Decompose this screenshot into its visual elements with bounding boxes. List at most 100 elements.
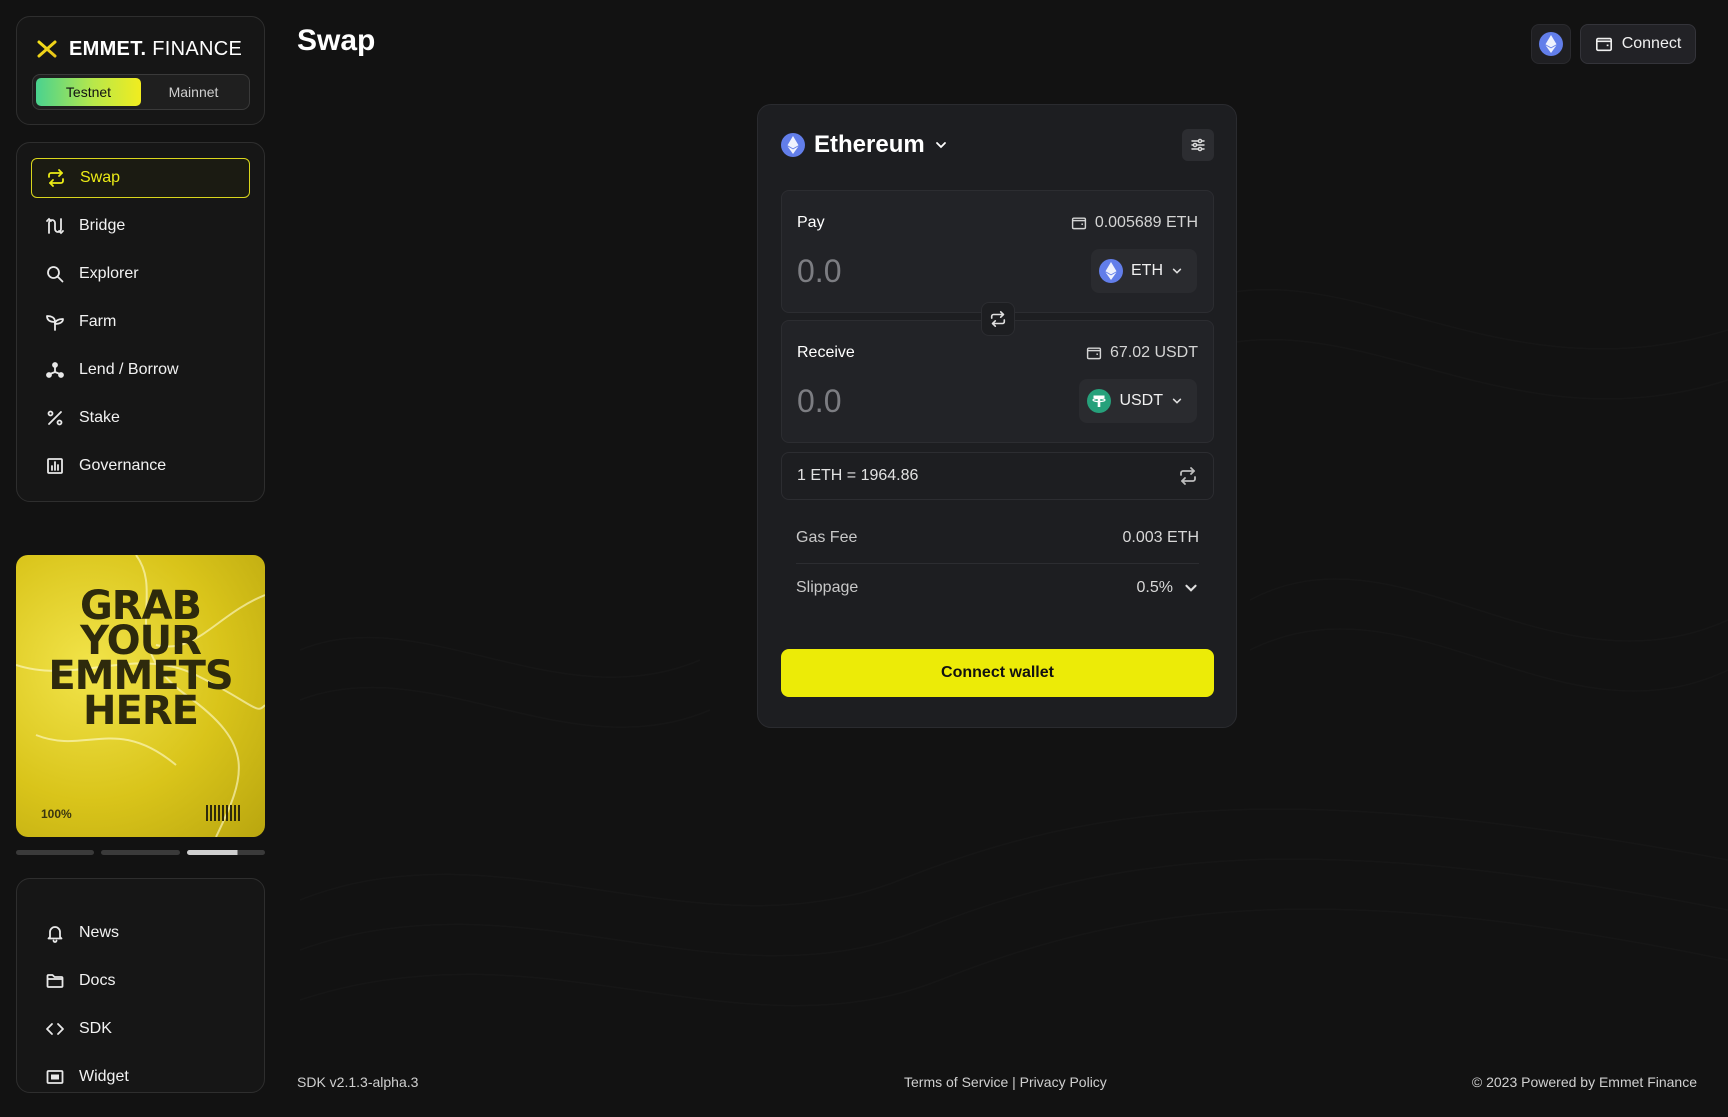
nav-label: Stake [79,409,120,426]
code-icon [46,1023,64,1035]
ethereum-icon [781,133,805,157]
exchange-rate-value: 1 ETH = 1964.86 [797,467,919,484]
receive-balance[interactable]: 67.02 USDT [1086,344,1198,362]
chevron-down-icon[interactable] [1183,580,1199,596]
nav-label: Bridge [79,217,126,234]
chevron-down-icon [1172,398,1182,404]
carousel-dot[interactable] [101,850,180,855]
chevron-down-icon [1172,268,1182,274]
gas-fee-value: 0.003 ETH [1122,529,1199,546]
nav-item-farm[interactable]: Farm [31,302,250,342]
carousel-dot-active[interactable] [186,850,265,855]
sprout-icon [46,315,64,331]
nav-item-widget[interactable]: Widget [31,1057,250,1097]
nav-item-lend-borrow[interactable]: Lend / Borrow [31,350,250,390]
sdk-version: SDK v2.1.3-alpha.3 [297,1074,419,1090]
pay-balance-value: 0.005689 ETH [1094,214,1198,231]
bridge-icon [46,217,64,235]
nav-item-explorer[interactable]: Explorer [31,254,250,294]
footer-links: Terms of Service | Privacy Policy [904,1074,1107,1090]
network-toggle: Testnet Mainnet [32,74,250,110]
secondary-nav: News Docs SDK Widget [16,878,265,1093]
widget-icon [46,1070,64,1084]
brand-dot: . [140,37,147,60]
wallet-icon [1086,347,1102,360]
nav-label: SDK [79,1020,112,1037]
brand-name-bold: EMMET [69,37,141,60]
nav-label: Lend / Borrow [79,361,179,378]
brand-panel: EMMET. FINANCE Testnet Mainnet [16,16,265,125]
receive-token-symbol: USDT [1119,392,1163,409]
chain-selector[interactable]: Ethereum [781,131,948,159]
nav-label: Explorer [79,265,139,282]
nav-label: Farm [79,313,117,330]
slippage-label: Slippage [796,579,859,596]
folder-icon [46,974,64,988]
wallet-icon [1071,217,1086,230]
logo[interactable]: EMMET. FINANCE [35,37,242,61]
search-icon [47,266,64,283]
nav-label: Governance [79,457,167,474]
swap-card: Ethereum Pay 0.005689 ETH 0.0 ETH Receiv… [757,104,1237,728]
barcode-icon [206,805,240,821]
receive-token-selector[interactable]: USDT [1079,379,1197,423]
pay-token-selector[interactable]: ETH [1091,249,1197,293]
mainnet-option[interactable]: Mainnet [141,78,246,106]
promo-percent: 100% [41,807,72,821]
swap-icon [990,310,1006,328]
nav-item-bridge[interactable]: Bridge [31,206,250,246]
receive-panel: Receive 67.02 USDT 0.0 USDT [781,320,1214,443]
connect-wallet-button[interactable]: Connect wallet [781,649,1214,697]
nav-label: Widget [79,1068,129,1085]
nav-label: News [79,924,120,941]
main-nav: Swap Bridge Explorer Farm Lend / Borrow … [16,142,265,502]
pay-panel: Pay 0.005689 ETH 0.0 ETH [781,190,1214,313]
testnet-option[interactable]: Testnet [36,78,141,106]
receive-amount-input[interactable]: 0.0 [797,383,841,420]
receive-label: Receive [797,344,855,361]
pay-label: Pay [797,214,825,231]
network-switch-button[interactable] [1531,24,1571,64]
chain-name: Ethereum [814,131,925,158]
pay-balance[interactable]: 0.005689 ETH [1071,214,1198,232]
sliders-icon [1191,138,1205,152]
terms-link[interactable]: Terms of Service [904,1074,1008,1090]
promo-line: HERE [83,688,199,734]
promo-banner[interactable]: GRAB YOUR EMMETS HERE 100% [16,555,265,837]
wallet-icon [1595,37,1612,52]
nav-item-docs[interactable]: Docs [31,961,250,1001]
brand-name-light: FINANCE [152,37,243,60]
bell-icon [47,926,63,943]
nav-item-swap[interactable]: Swap [31,158,250,198]
nav-item-stake[interactable]: Stake [31,398,250,438]
flip-tokens-button[interactable] [981,302,1015,336]
footer-separator: | [1012,1074,1016,1090]
nav-item-news[interactable]: News [31,913,250,953]
gas-fee-row: Gas Fee 0.003 ETH [781,514,1214,562]
connect-button[interactable]: Connect [1580,24,1696,64]
settings-button[interactable] [1182,129,1214,161]
tether-icon [1087,389,1112,413]
carousel-dot[interactable] [16,850,95,855]
chart-icon [47,458,63,474]
promo-headline: GRAB YOUR EMMETS HERE [16,586,265,734]
nav-item-governance[interactable]: Governance [31,446,250,486]
connect-label: Connect [1621,35,1682,52]
network-icon [46,362,64,378]
slippage-row[interactable]: Slippage 0.5% [781,564,1214,612]
swap-icon [48,169,64,187]
pay-token-symbol: ETH [1131,262,1163,279]
gas-fee-label: Gas Fee [796,529,858,546]
percent-icon [47,410,63,426]
slippage-value: 0.5% [1136,579,1173,596]
exchange-rate: 1 ETH = 1964.86 [781,452,1214,500]
carousel-dots [16,850,265,855]
receive-balance-value: 67.02 USDT [1109,344,1198,361]
refresh-rate-icon[interactable] [1178,466,1198,486]
nav-item-sdk[interactable]: SDK [31,1009,250,1049]
pay-amount-input[interactable]: 0.0 [797,253,841,290]
nav-label: Docs [79,972,116,989]
ethereum-icon [1539,32,1563,56]
chevron-down-icon [935,142,946,149]
privacy-link[interactable]: Privacy Policy [1020,1074,1107,1090]
